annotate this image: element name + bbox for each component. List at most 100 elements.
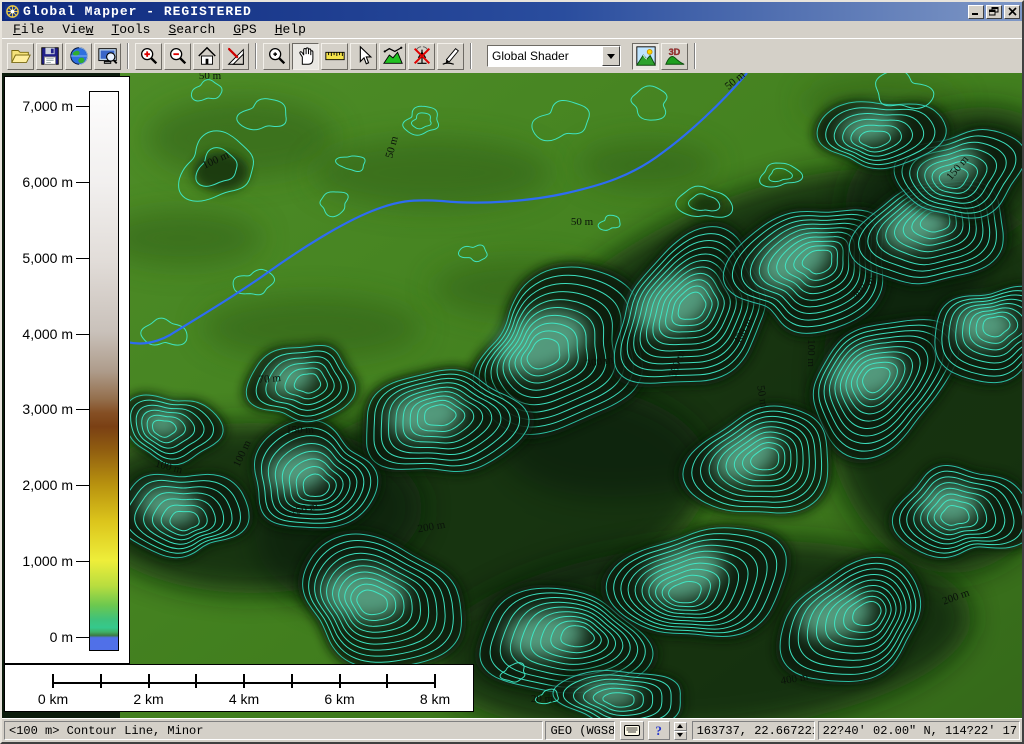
map-view[interactable]: 50 m50 m100 m50 m50 m150 m70 m150 m100 m… xyxy=(2,73,1022,718)
digitizer-pen-button[interactable] xyxy=(437,43,464,70)
svg-text:3D: 3D xyxy=(668,47,680,57)
texture-map-button[interactable] xyxy=(632,43,659,70)
legend-tick xyxy=(76,485,89,486)
zoom-tool-icon xyxy=(266,45,288,67)
close-icon xyxy=(1008,7,1017,16)
contour-label: 50 m xyxy=(199,73,222,82)
toolbar: Global Shader 3D xyxy=(2,38,1022,73)
scale-tick xyxy=(100,674,102,688)
menu-item-search[interactable]: Search xyxy=(159,21,224,38)
scale-tick xyxy=(195,674,197,688)
scale-label: 8 km xyxy=(405,691,465,707)
open-file-button[interactable] xyxy=(7,43,34,70)
legend-tick xyxy=(76,637,89,638)
shader-dropdown[interactable]: Global Shader xyxy=(487,45,621,67)
projection-status: GEO (WGS8 xyxy=(545,721,614,740)
save-button[interactable] xyxy=(36,43,63,70)
app-icon xyxy=(5,4,20,19)
scale-label: 0 km xyxy=(23,691,83,707)
legend-label: 1,000 m xyxy=(5,553,73,569)
minimize-icon xyxy=(971,7,981,16)
cursor-position-latlon: 22?40' 02.00" N, 114?22' 17.89" E xyxy=(818,721,1020,740)
full-view-home-button[interactable] xyxy=(193,43,220,70)
menu-item-gps[interactable]: GPS xyxy=(224,21,265,38)
spinner-down-button[interactable] xyxy=(674,731,687,740)
legend-tick xyxy=(76,258,89,259)
keyboard-icon xyxy=(624,725,640,736)
shader-dropdown-value: Global Shader xyxy=(488,46,602,66)
legend-label: 5,000 m xyxy=(5,250,73,266)
path-profile-button[interactable] xyxy=(379,43,406,70)
scale-tick xyxy=(434,674,436,688)
elevation-legend: 7,000 m6,000 m5,000 m4,000 m3,000 m2,000… xyxy=(4,76,130,664)
zoom-in-icon xyxy=(138,45,160,67)
scale-tick xyxy=(386,674,388,688)
coordinate-spinner xyxy=(674,722,687,740)
contour-label: 100 m xyxy=(805,339,817,367)
status-bar: <100 m> Contour Line, Minor GEO (WGS8 ? … xyxy=(2,718,1022,742)
path-profile-icon xyxy=(382,45,404,67)
menu-item-help[interactable]: Help xyxy=(266,21,315,38)
elevation-gradient-bar xyxy=(89,91,119,651)
digitizer-pen-icon xyxy=(440,45,462,67)
minimize-button[interactable] xyxy=(968,5,984,19)
drafting-tools-button[interactable] xyxy=(222,43,249,70)
pan-hand-icon xyxy=(295,45,317,67)
legend-label: 7,000 m xyxy=(5,98,73,114)
contour-label: 150 m xyxy=(286,424,314,436)
full-view-home-icon xyxy=(196,45,218,67)
select-arrow-icon xyxy=(353,45,375,67)
zoom-out-button[interactable] xyxy=(164,43,191,70)
restore-button[interactable] xyxy=(986,5,1002,19)
title-bar: Global Mapper - REGISTERED xyxy=(2,2,1022,21)
legend-tick xyxy=(76,409,89,410)
select-arrow-button[interactable] xyxy=(350,43,377,70)
legend-tick xyxy=(76,106,89,107)
toolbar-separator xyxy=(694,43,696,69)
legend-tick xyxy=(76,182,89,183)
legend-label: 2,000 m xyxy=(5,477,73,493)
view-3d-icon: 3D xyxy=(664,45,686,67)
spinner-up-button[interactable] xyxy=(674,722,687,731)
scale-label: 4 km xyxy=(214,691,274,707)
close-button[interactable] xyxy=(1004,5,1020,19)
feature-status: <100 m> Contour Line, Minor xyxy=(4,721,543,740)
legend-label: 6,000 m xyxy=(5,174,73,190)
drafting-tools-icon xyxy=(225,45,247,67)
view-3d-button[interactable]: 3D xyxy=(661,43,688,70)
scale-label: 2 km xyxy=(119,691,179,707)
measure-ruler-button[interactable] xyxy=(321,43,348,70)
terrain-map-canvas[interactable]: 50 m50 m100 m50 m50 m150 m70 m150 m100 m… xyxy=(2,73,1022,718)
scale-tick xyxy=(339,674,341,688)
contour-label: 20 m xyxy=(531,693,554,705)
contour-label: 70 m xyxy=(258,372,282,386)
zoom-tool-button[interactable] xyxy=(263,43,290,70)
online-imagery-globe-button[interactable] xyxy=(65,43,92,70)
menu-item-view[interactable]: View xyxy=(53,21,102,38)
legend-tick xyxy=(76,561,89,562)
scale-tick xyxy=(291,674,293,688)
scale-label: 6 km xyxy=(310,691,370,707)
toolbar-separator xyxy=(470,43,472,69)
help-button[interactable]: ? xyxy=(648,721,670,740)
screen-capture-icon xyxy=(97,45,119,67)
menu-item-tools[interactable]: Tools xyxy=(102,21,159,38)
gps-tracking-icon xyxy=(411,45,433,67)
zoom-in-button[interactable] xyxy=(135,43,162,70)
app-window: Global Mapper - REGISTERED FileViewTools… xyxy=(0,0,1024,744)
screen-capture-button[interactable] xyxy=(94,43,121,70)
menu-item-file[interactable]: File xyxy=(4,21,53,38)
open-file-icon xyxy=(10,45,32,67)
scale-tick xyxy=(148,674,150,688)
measure-ruler-icon xyxy=(324,45,346,67)
dropdown-arrow-icon[interactable] xyxy=(602,46,620,66)
cursor-coordinates: 163737, 22.66722137 ) xyxy=(692,721,815,740)
legend-label: 4,000 m xyxy=(5,326,73,342)
keyboard-button[interactable] xyxy=(620,721,644,740)
help-icon: ? xyxy=(655,723,662,739)
pan-hand-button[interactable] xyxy=(292,43,319,70)
menu-bar: FileViewToolsSearchGPSHelp xyxy=(2,21,1022,38)
legend-tick xyxy=(76,334,89,335)
gps-tracking-button[interactable] xyxy=(408,43,435,70)
toolbar-separator xyxy=(255,43,257,69)
